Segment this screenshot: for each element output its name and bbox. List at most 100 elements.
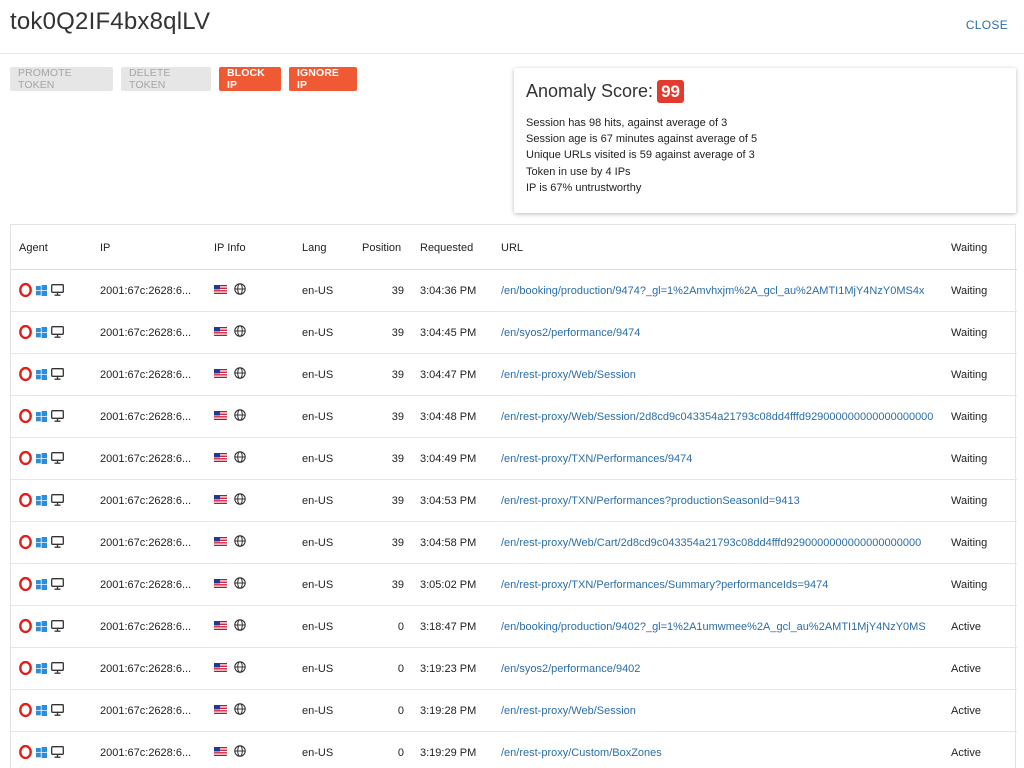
windows-icon — [36, 662, 47, 674]
url-link[interactable]: /en/rest-proxy/TXN/Performances/9474 — [501, 453, 943, 465]
globe-icon[interactable] — [234, 745, 246, 757]
url-link[interactable]: /en/rest-proxy/Web/Cart/2d8cd9c043354a21… — [501, 537, 943, 549]
windows-icon — [36, 452, 47, 464]
us-flag-icon — [214, 368, 227, 378]
url-link[interactable]: /en/booking/production/9474?_gl=1%2Amvhx… — [501, 285, 943, 297]
desktop-icon — [51, 662, 64, 674]
anomaly-detail: Unique URLs visited is 59 against averag… — [526, 149, 755, 162]
desktop-icon — [51, 284, 64, 296]
globe-icon[interactable] — [234, 325, 246, 337]
requests-table: Agent IP IP Info Lang Position Requested… — [10, 224, 1017, 768]
globe-icon[interactable] — [234, 661, 246, 673]
ip-cell: 2001:67c:2628:6... — [100, 663, 192, 675]
windows-icon — [36, 704, 47, 716]
delete-token-button[interactable]: DELETE TOKEN — [121, 67, 211, 91]
anomaly-score-badge: 99 — [657, 80, 684, 103]
requested-cell: 3:18:47 PM — [420, 621, 477, 633]
position-cell: 39 — [391, 537, 404, 549]
opera-icon — [19, 535, 32, 549]
url-link[interactable]: /en/rest-proxy/TXN/Performances/Summary?… — [501, 579, 943, 591]
table-row: 2001:67c:2628:6... en-US 39 3:04:47 PM /… — [11, 354, 1017, 396]
ip-info-cell — [214, 325, 246, 337]
globe-icon[interactable] — [234, 619, 246, 631]
agent-cell — [19, 493, 64, 507]
ignore-ip-button[interactable]: IGNORE IP — [289, 67, 357, 91]
ip-cell: 2001:67c:2628:6... — [100, 453, 192, 465]
desktop-icon — [51, 746, 64, 758]
position-cell: 0 — [397, 621, 404, 633]
promote-token-button[interactable]: PROMOTE TOKEN — [10, 67, 113, 91]
header-ip: IP — [100, 242, 111, 254]
url-link[interactable]: /en/rest-proxy/Custom/BoxZones — [501, 747, 943, 759]
globe-icon[interactable] — [234, 577, 246, 589]
header-ip-info: IP Info — [214, 242, 246, 254]
url-link[interactable]: /en/syos2/performance/9474 — [501, 327, 943, 339]
globe-icon[interactable] — [234, 535, 246, 547]
us-flag-icon — [214, 662, 227, 672]
position-cell: 0 — [397, 747, 404, 759]
url-link[interactable]: /en/syos2/performance/9402 — [501, 663, 943, 675]
us-flag-icon — [214, 620, 227, 630]
globe-icon[interactable] — [234, 493, 246, 505]
position-cell: 39 — [391, 453, 404, 465]
globe-icon[interactable] — [234, 409, 246, 421]
modal-header: tok0Q2IF4bx8qlLV CLOSE — [0, 0, 1024, 54]
status-cell: Waiting — [951, 285, 988, 297]
requested-cell: 3:05:02 PM — [420, 579, 477, 591]
agent-cell — [19, 535, 64, 549]
desktop-icon — [51, 578, 64, 590]
url-link[interactable]: /en/booking/production/9402?_gl=1%2A1umw… — [501, 621, 943, 633]
position-cell: 39 — [391, 495, 404, 507]
windows-icon — [36, 368, 47, 380]
agent-cell — [19, 367, 64, 381]
status-cell: Active — [951, 747, 981, 759]
block-ip-button[interactable]: BLOCK IP — [219, 67, 281, 91]
url-link[interactable]: /en/rest-proxy/Web/Session — [501, 369, 943, 381]
status-cell: Active — [951, 705, 981, 717]
url-link[interactable]: /en/rest-proxy/Web/Session/2d8cd9c043354… — [501, 411, 943, 423]
globe-icon[interactable] — [234, 367, 246, 379]
ip-info-cell — [214, 577, 246, 589]
ip-cell: 2001:67c:2628:6... — [100, 579, 192, 591]
position-cell: 39 — [391, 285, 404, 297]
windows-icon — [36, 494, 47, 506]
table-row: 2001:67c:2628:6... en-US 39 3:04:45 PM /… — [11, 312, 1017, 354]
globe-icon[interactable] — [234, 451, 246, 463]
opera-icon — [19, 745, 32, 759]
windows-icon — [36, 284, 47, 296]
close-button[interactable]: CLOSE — [966, 18, 1008, 32]
globe-icon[interactable] — [234, 283, 246, 295]
lang-cell: en-US — [302, 411, 334, 423]
opera-icon — [19, 409, 32, 423]
ip-info-cell — [214, 493, 246, 505]
ip-info-cell — [214, 367, 246, 379]
status-cell: Active — [951, 663, 981, 675]
opera-icon — [19, 283, 32, 297]
url-link[interactable]: /en/rest-proxy/Web/Session — [501, 705, 943, 717]
position-cell: 39 — [391, 579, 404, 591]
requested-cell: 3:04:47 PM — [420, 369, 477, 381]
ip-info-cell — [214, 535, 246, 547]
agent-cell — [19, 409, 64, 423]
page-title: tok0Q2IF4bx8qlLV — [10, 8, 211, 35]
windows-icon — [36, 410, 47, 422]
globe-icon[interactable] — [234, 703, 246, 715]
requested-cell: 3:04:53 PM — [420, 495, 477, 507]
ip-cell: 2001:67c:2628:6... — [100, 369, 192, 381]
requested-cell: 3:04:45 PM — [420, 327, 477, 339]
status-cell: Waiting — [951, 537, 988, 549]
table-row: 2001:67c:2628:6... en-US 39 3:05:02 PM /… — [11, 564, 1017, 606]
position-cell: 0 — [397, 663, 404, 675]
opera-icon — [19, 577, 32, 591]
header-waiting: Waiting — [951, 242, 988, 254]
status-cell: Waiting — [951, 327, 988, 339]
table-row: 2001:67c:2628:6... en-US 39 3:04:49 PM /… — [11, 438, 1017, 480]
desktop-icon — [51, 494, 64, 506]
lang-cell: en-US — [302, 285, 334, 297]
desktop-icon — [51, 452, 64, 464]
opera-icon — [19, 703, 32, 717]
header-position: Position — [362, 242, 402, 254]
url-link[interactable]: /en/rest-proxy/TXN/Performances?producti… — [501, 495, 943, 507]
desktop-icon — [51, 326, 64, 338]
table-header: Agent IP IP Info Lang Position Requested… — [11, 225, 1017, 270]
